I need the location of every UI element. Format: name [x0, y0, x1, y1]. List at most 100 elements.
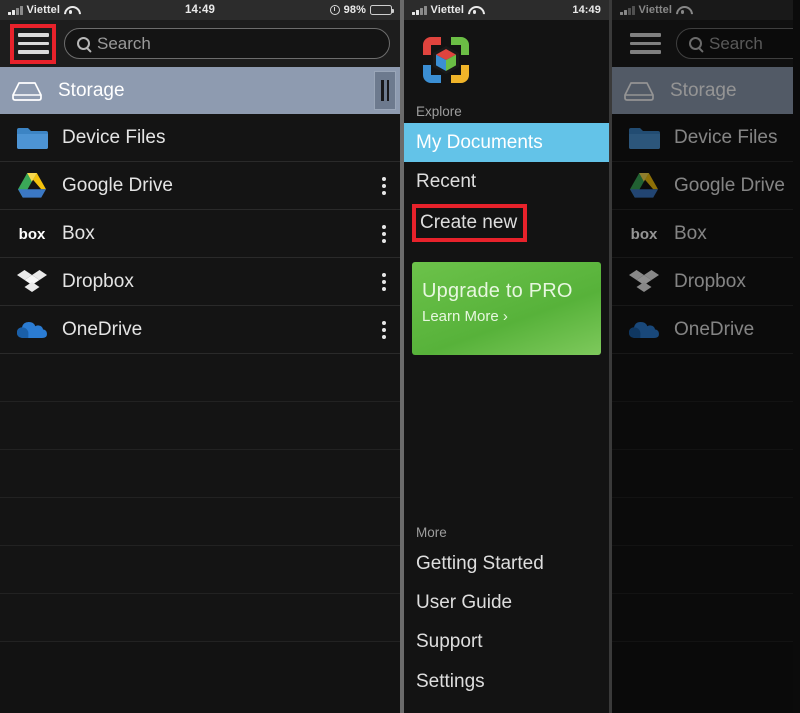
battery-icon: [370, 5, 394, 15]
list-item-label: Google Drive: [674, 174, 785, 196]
overflow-menu-icon[interactable]: [382, 272, 386, 291]
drawer-item-my-documents[interactable]: My Documents: [404, 123, 609, 163]
overflow-menu-icon[interactable]: [382, 320, 386, 339]
search-icon: [77, 37, 90, 50]
overflow-menu-icon[interactable]: [382, 224, 386, 243]
panel-navigation-drawer: Viettel 14:49 Explore My Documents Recen…: [400, 0, 612, 713]
list-item[interactable]: box Box: [612, 210, 793, 258]
list-item-label: Google Drive: [62, 174, 173, 196]
panel-file-browser-dimmed: Viettel 98% Search: [612, 0, 793, 713]
dropbox-icon: [622, 268, 666, 296]
drawer-item-label: Settings: [416, 670, 485, 692]
empty-list-row: [612, 354, 793, 402]
hard-drive-icon: [622, 79, 656, 103]
drawer-item-label: Recent: [416, 171, 477, 193]
drawer-section-more-label: More: [416, 524, 447, 540]
search-input[interactable]: Search: [64, 28, 390, 59]
search-input[interactable]: Search: [676, 28, 793, 59]
hard-drive-icon: [10, 79, 44, 103]
search-placeholder: Search: [97, 33, 151, 53]
toolbar: Search: [612, 20, 793, 67]
search-placeholder: Search: [709, 33, 763, 53]
list-item[interactable]: OneDrive: [0, 306, 400, 354]
list-item[interactable]: Dropbox: [612, 258, 793, 306]
empty-list-row: [612, 498, 793, 546]
clock-label: 14:49: [572, 4, 601, 16]
drawer-item-label: My Documents: [416, 132, 543, 153]
storage-header-row[interactable]: Storage: [612, 67, 793, 114]
storage-list: Device Files Google Drive box Box Dropbo…: [0, 114, 400, 642]
list-item[interactable]: Google Drive: [612, 162, 793, 210]
drawer-item-create-new[interactable]: Create new: [412, 203, 528, 242]
status-bar-left: Viettel: [8, 4, 77, 16]
empty-list-row: [612, 594, 793, 642]
folder-icon: [622, 125, 666, 151]
rotation-lock-icon: [329, 5, 340, 15]
status-bar-right: 98%: [329, 4, 394, 16]
drawer-spacer: [404, 355, 609, 519]
drawer-item-user-guide[interactable]: User Guide: [404, 583, 609, 622]
officesuite-logo-icon: [415, 29, 477, 91]
list-item-label: Dropbox: [674, 270, 746, 292]
dimmed-content: Viettel 98% Search: [612, 0, 793, 642]
drawer-item-settings[interactable]: Settings: [404, 662, 609, 701]
signal-bars-icon: [8, 5, 23, 15]
status-bar-left: Viettel: [620, 4, 689, 16]
promo-learn-more-link[interactable]: Learn More ›: [422, 308, 601, 325]
drawer-item-support[interactable]: Support: [404, 622, 609, 661]
signal-bars-icon: [412, 5, 427, 15]
list-item[interactable]: box Box: [0, 210, 400, 258]
box-icon: box: [622, 225, 666, 243]
svg-text:box: box: [19, 226, 46, 243]
drawer-item-label: User Guide: [416, 592, 513, 614]
box-icon: box: [10, 225, 54, 243]
signal-bars-icon: [620, 5, 635, 15]
svg-text:box: box: [631, 226, 658, 243]
list-item[interactable]: Dropbox: [0, 258, 400, 306]
status-bar-left: Viettel: [412, 4, 481, 16]
wifi-icon: [468, 5, 481, 15]
storage-label: Storage: [670, 79, 737, 101]
empty-list-row: [612, 402, 793, 450]
overflow-menu-icon[interactable]: [382, 176, 386, 195]
drag-handle-icon[interactable]: [374, 71, 396, 110]
list-item-label: OneDrive: [62, 318, 143, 340]
hamburger-menu-icon: [17, 33, 49, 54]
list-item-label: Dropbox: [62, 270, 134, 292]
status-bar: Viettel 14:49: [404, 0, 609, 20]
list-item[interactable]: Device Files: [612, 114, 793, 162]
hamburger-menu-button[interactable]: [10, 23, 56, 64]
upgrade-to-pro-banner[interactable]: Upgrade to PRO Learn More ›: [412, 261, 601, 355]
drawer-item-recent[interactable]: Recent: [404, 162, 609, 201]
storage-label: Storage: [58, 79, 125, 101]
drawer-header: [404, 20, 609, 98]
drawer-item-label: Support: [416, 631, 483, 653]
hamburger-menu-icon: [629, 33, 661, 54]
drawer-item-label: Getting Started: [416, 552, 544, 574]
battery-percent-label: 98%: [343, 4, 366, 16]
folder-icon: [10, 125, 54, 151]
google-drive-icon: [622, 172, 666, 199]
search-icon: [689, 37, 702, 50]
carrier-label: Viettel: [430, 4, 465, 16]
list-item[interactable]: Device Files: [0, 114, 400, 162]
empty-list-row: [612, 450, 793, 498]
wifi-icon: [64, 5, 77, 15]
drawer: Explore My Documents Recent Create new U…: [404, 20, 609, 713]
panel-file-browser: Viettel 14:49 98% Search Storage Device …: [0, 0, 400, 713]
storage-header-row[interactable]: Storage: [0, 67, 400, 114]
drawer-item-create-new-wrap: Create new: [404, 202, 609, 244]
list-item[interactable]: OneDrive: [612, 306, 793, 354]
list-item-label: Device Files: [674, 126, 778, 148]
drawer-more-section: More Getting Started User Guide Support …: [404, 519, 609, 713]
list-item[interactable]: Google Drive: [0, 162, 400, 210]
empty-list-row: [0, 354, 400, 402]
list-item-label: OneDrive: [674, 318, 755, 340]
carrier-label: Viettel: [638, 4, 673, 16]
onedrive-icon: [10, 319, 54, 341]
list-item-label: Box: [62, 222, 95, 244]
hamburger-menu-button[interactable]: [622, 24, 668, 64]
promo-title: Upgrade to PRO: [422, 279, 573, 302]
empty-list-row: [0, 450, 400, 498]
drawer-item-getting-started[interactable]: Getting Started: [404, 544, 609, 583]
